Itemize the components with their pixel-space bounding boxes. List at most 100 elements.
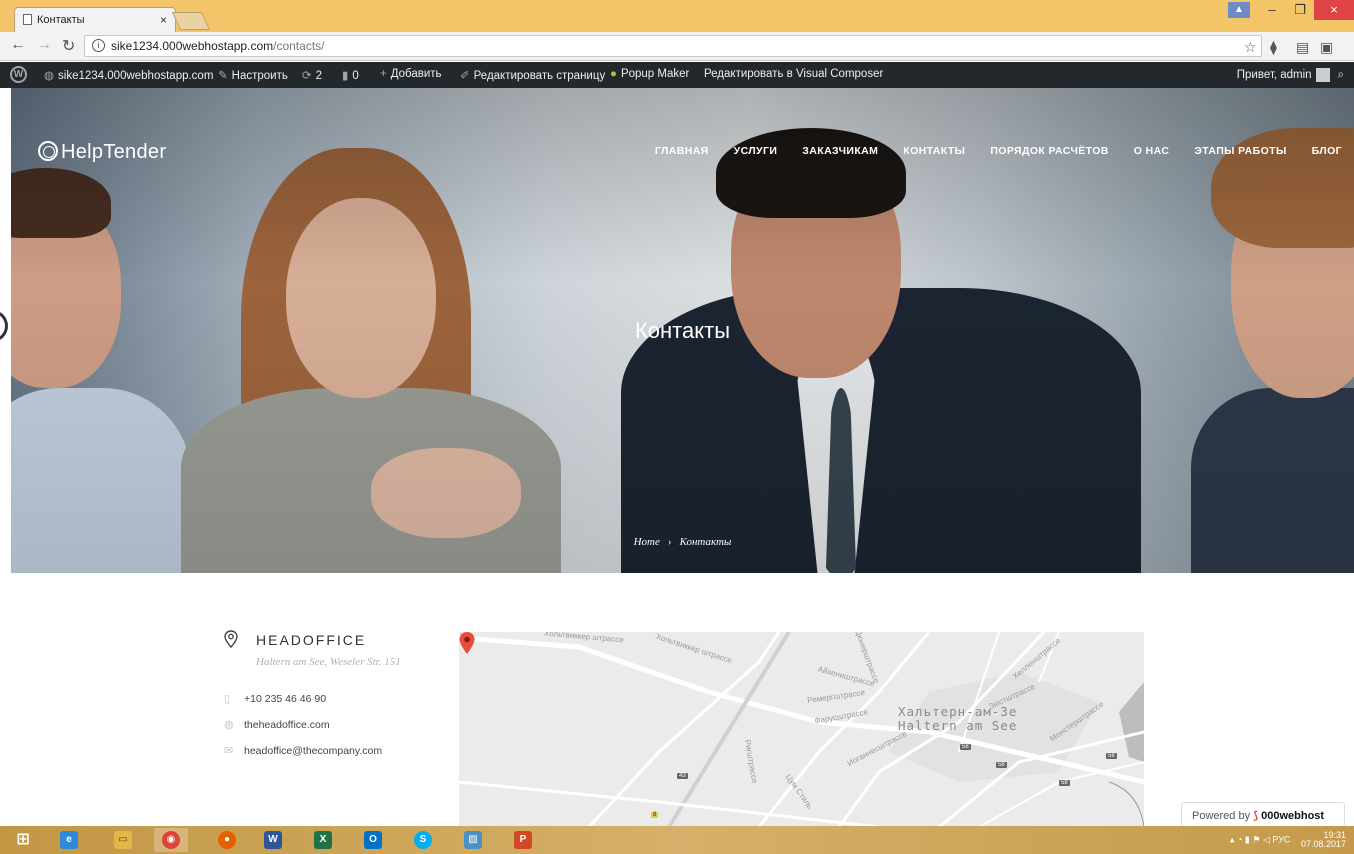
reload-icon[interactable]: ↻ (62, 36, 75, 56)
chrome-icon: ◉ (162, 831, 180, 849)
admin-visual-composer-link[interactable]: Редактировать в Visual Composer (704, 68, 883, 80)
taskbar-excel[interactable]: X (306, 828, 340, 852)
powerpoint-icon: P (514, 831, 532, 849)
page-icon (23, 14, 32, 25)
road-number-badge: 58 (1106, 753, 1117, 759)
breadcrumb-home-link[interactable]: Home (634, 536, 660, 548)
admin-site-link[interactable]: ◍ sike1234.000webhostapp.com (44, 68, 213, 82)
minimize-button[interactable]: – (1258, 0, 1286, 20)
bookmark-star-icon[interactable]: ☆ (1244, 39, 1257, 56)
contact-website[interactable]: ◍ theheadoffice.com (224, 718, 330, 731)
envelope-icon: ✉ (224, 745, 234, 757)
admin-edit-page-link[interactable]: ✐ Редактировать страницу (460, 68, 605, 82)
admin-comments-link[interactable]: ▮ 0 (342, 68, 359, 82)
main-menu: ГЛАВНАЯ УСЛУГИ ЗАКАЗЧИКАМ КОНТАКТЫ ПОРЯД… (655, 145, 1342, 157)
hero-banner: HelpTender ГЛАВНАЯ УСЛУГИ ЗАКАЗЧИКАМ КОН… (11, 88, 1354, 573)
menu-item-blog[interactable]: БЛОГ (1312, 145, 1342, 157)
map-marker-icon[interactable] (459, 632, 475, 654)
excel-icon: X (314, 831, 332, 849)
taskbar-skype[interactable]: S (406, 828, 440, 852)
tray-network-icon[interactable]: ◔ (1237, 834, 1242, 844)
search-icon[interactable]: ⌕ (1338, 69, 1344, 81)
admin-add-new-link[interactable]: + Добавить (380, 68, 442, 80)
contact-email[interactable]: ✉ headoffice@thecompany.com (224, 744, 382, 757)
powered-by-brand: 000webhost (1261, 810, 1325, 822)
url-input[interactable]: i sike1234.000webhostapp.com/contacts/ (84, 35, 1262, 57)
road-number-badge: 58 (996, 762, 1007, 768)
tray-signal-icon[interactable]: ▮ (1245, 834, 1250, 844)
tab-title: Контакты (37, 14, 85, 26)
internet-explorer-icon: e (60, 831, 78, 849)
menu-item-customers[interactable]: ЗАКАЗЧИКАМ (802, 145, 878, 157)
wp-admin-bar: W ◍ sike1234.000webhostapp.com ✎ Настроить… (0, 62, 1354, 88)
menu-item-services[interactable]: УСЛУГИ (734, 145, 778, 157)
taskbar-powerpoint[interactable]: P (506, 828, 540, 852)
tray-language[interactable]: РУС (1272, 834, 1290, 844)
skype-icon: S (414, 831, 432, 849)
admin-add-new-label: Добавить (390, 68, 442, 80)
website-text: theheadoffice.com (244, 719, 330, 731)
tray-expand-icon[interactable]: ▴ (1230, 834, 1235, 844)
map-city-label: Хальтерн-ам-Зе Haltern am See (898, 705, 1017, 733)
site-logo[interactable]: HelpTender (38, 141, 166, 164)
tab-close-icon[interactable]: × (160, 13, 167, 27)
tray-volume-icon[interactable]: ◁ (1263, 834, 1270, 844)
google-map[interactable]: Хальтерн-ам-Зе Haltern am See Хольтвикке… (459, 632, 1144, 827)
info-icon[interactable]: i (92, 39, 105, 52)
pencil-icon: ✐ (460, 70, 470, 82)
extension-image-icon[interactable]: ▣ (1320, 39, 1333, 56)
comment-icon: ▮ (342, 70, 349, 82)
plus-icon: + (380, 68, 387, 80)
powered-by-prefix: Powered by (1192, 810, 1251, 822)
road-number-badge: 8 (651, 812, 659, 818)
maximize-button[interactable]: ❐ (1286, 0, 1314, 20)
tray-clock[interactable]: 19:31 07.08.2017 (1301, 831, 1346, 849)
taskbar-ie[interactable]: e (52, 828, 86, 852)
page-title: Контакты (634, 318, 731, 343)
taskbar-firefox[interactable]: ● (210, 828, 244, 852)
map-city-de: Haltern am See (898, 718, 1018, 733)
close-window-button[interactable]: × (1314, 0, 1354, 20)
profile-icon[interactable]: ▲ (1228, 2, 1250, 18)
taskbar-chrome[interactable]: ◉ (154, 828, 188, 852)
browser-toolbar: ← → ↻ i sike1234.000webhostapp.com/conta… (0, 32, 1354, 61)
phone-text: +10 235 46 46 90 (244, 693, 327, 705)
menu-item-stages[interactable]: ЭТАПЫ РАБОТЫ (1194, 145, 1286, 157)
outlook-icon: O (364, 831, 382, 849)
admin-account[interactable]: Привет, admin ⌕ (1237, 68, 1344, 82)
taskbar-photos[interactable]: ▨ (456, 828, 490, 852)
extension-icon[interactable]: ⧫ (1270, 39, 1277, 56)
extension-notes-icon[interactable]: ▤ (1296, 39, 1309, 56)
email-text: headoffice@thecompany.com (244, 745, 383, 757)
location-pin-icon (224, 630, 238, 648)
menu-item-about[interactable]: О НАС (1134, 145, 1170, 157)
taskbar-outlook[interactable]: O (356, 828, 390, 852)
back-arrow-icon[interactable]: ← (10, 36, 26, 54)
menu-item-home[interactable]: ГЛАВНАЯ (655, 145, 709, 157)
menu-item-contacts[interactable]: КОНТАКТЫ (903, 145, 965, 157)
forward-arrow-icon[interactable]: → (36, 36, 52, 54)
browser-tab[interactable]: Контакты × (14, 7, 176, 32)
tray-flag-icon[interactable]: ⚑ (1252, 834, 1260, 844)
dashboard-icon: ◍ (44, 70, 55, 82)
comments-count: 0 (352, 70, 359, 82)
wordpress-logo-icon[interactable]: W (10, 66, 27, 83)
updates-count: 2 (315, 70, 323, 82)
url-domain: sike1234.000webhostapp.com (111, 39, 274, 53)
contact-phone: ▯ +10 235 46 46 90 (224, 692, 326, 705)
menu-item-payments[interactable]: ПОРЯДОК РАСЧЁТОВ (990, 145, 1108, 157)
taskbar-word[interactable]: W (256, 828, 290, 852)
powered-by-badge[interactable]: Powered by ⟆ 000webhost (1181, 802, 1345, 827)
new-tab-button[interactable] (171, 12, 211, 30)
admin-greeting: Привет, admin (1236, 69, 1312, 82)
taskbar-explorer[interactable]: ▭ (106, 828, 140, 852)
admin-customize-link[interactable]: ✎ Настроить (218, 68, 288, 82)
admin-updates-link[interactable]: ⟳ 2 (302, 68, 322, 82)
system-tray: ▴ ◔ ▮ ⚑ ◁ РУС 19:31 07.08.2017 (1230, 831, 1346, 849)
admin-customize-label: Настроить (231, 70, 288, 82)
avatar (1315, 68, 1330, 82)
floating-widget-icon[interactable] (0, 310, 8, 342)
admin-popup-maker-link[interactable]: ● Popup Maker (610, 68, 689, 80)
start-button[interactable]: ⊞ (6, 828, 40, 852)
road-number-badge: 58 (960, 744, 971, 750)
